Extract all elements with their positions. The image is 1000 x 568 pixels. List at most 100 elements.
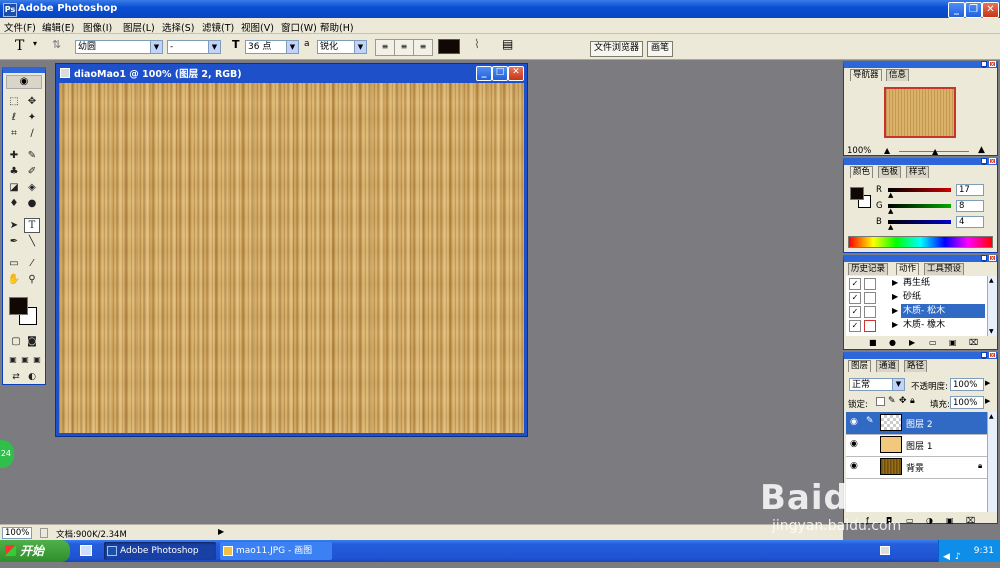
- palette-close-icon[interactable]: x: [989, 255, 996, 262]
- tab-navigator[interactable]: 导航器: [850, 69, 882, 81]
- speaker-icon[interactable]: ♪: [955, 546, 961, 568]
- new-layer-icon[interactable]: ▣: [946, 516, 954, 525]
- dialog-toggle-icon[interactable]: [864, 278, 876, 290]
- brush-link-icon[interactable]: ✎: [866, 416, 874, 426]
- palette-minimize-icon[interactable]: _: [981, 158, 987, 165]
- stop-icon[interactable]: ■: [869, 338, 877, 347]
- opacity-arrow-icon[interactable]: ▶: [985, 379, 990, 387]
- tab-swatches[interactable]: 色板: [878, 166, 902, 178]
- canvas-wood-texture[interactable]: [59, 83, 524, 433]
- minimize-icon[interactable]: _: [948, 2, 965, 18]
- tab-paths[interactable]: 路径: [904, 360, 928, 372]
- layers-scrollbar[interactable]: ▲: [987, 412, 997, 512]
- action-item[interactable]: ✓ ▶ 砂纸: [846, 290, 987, 304]
- foreground-color-swatch[interactable]: [9, 297, 28, 315]
- move-tool-icon[interactable]: ✥: [25, 95, 39, 108]
- lock-transparency-icon[interactable]: [876, 397, 885, 406]
- line-tool-icon[interactable]: ╲: [25, 235, 39, 248]
- navigator-zoom[interactable]: 100%: [847, 146, 871, 156]
- opacity-field[interactable]: 100%: [950, 378, 984, 391]
- checkmark-icon[interactable]: ✓: [849, 320, 861, 332]
- action-item[interactable]: ✓ ▶ 木质- 橡木: [846, 318, 987, 332]
- tab-color[interactable]: 颜色: [850, 166, 874, 178]
- side-float-badge[interactable]: 24: [0, 440, 14, 468]
- r-slider-thumb[interactable]: ▲: [888, 191, 893, 199]
- g-slider[interactable]: [888, 204, 951, 208]
- g-value-field[interactable]: 8: [956, 200, 984, 212]
- tab-tool-presets[interactable]: 工具预设: [924, 263, 965, 275]
- action-item[interactable]: ✓ ▶ 再生纸: [846, 276, 987, 290]
- layer-row[interactable]: ◉ ✎ 图层 2: [846, 412, 996, 435]
- new-action-icon[interactable]: ▣: [949, 338, 957, 347]
- g-slider-thumb[interactable]: ▲: [888, 207, 893, 215]
- align-center-icon[interactable]: ≡: [394, 39, 414, 56]
- paint-bucket-tool-icon[interactable]: ◈: [25, 181, 39, 194]
- status-menu-arrow-icon[interactable]: ▶: [218, 527, 224, 536]
- show-desktop-icon[interactable]: [880, 546, 890, 555]
- tab-actions[interactable]: 动作: [896, 263, 920, 275]
- dodge-tool-icon[interactable]: ●: [25, 197, 39, 210]
- zoom-out-icon[interactable]: ▲: [884, 146, 890, 155]
- pen-tool-icon[interactable]: ✒: [7, 235, 21, 248]
- action-item[interactable]: ✓ ▶ 木质- 松木: [846, 304, 987, 318]
- slice-tool-icon[interactable]: ∕: [25, 127, 39, 140]
- lock-all-icon[interactable]: 🔒︎: [910, 396, 915, 406]
- checkmark-icon[interactable]: ✓: [849, 292, 861, 304]
- align-right-icon[interactable]: ≡: [413, 39, 433, 56]
- palette-close-icon[interactable]: x: [989, 352, 996, 359]
- notes-tool-icon[interactable]: ▭: [7, 257, 21, 270]
- eye-icon[interactable]: ◉: [850, 417, 858, 427]
- scroll-up-icon[interactable]: ▲: [989, 413, 994, 420]
- checkmark-icon[interactable]: ✓: [849, 306, 861, 318]
- menu-window[interactable]: 窗口(W): [281, 20, 317, 34]
- b-slider-thumb[interactable]: ▲: [888, 223, 893, 231]
- doc-maximize-icon[interactable]: □: [492, 66, 508, 81]
- crop-tool-icon[interactable]: ⌗: [7, 127, 21, 140]
- blur-tool-icon[interactable]: ♦: [7, 197, 21, 210]
- path-selection-tool-icon[interactable]: ➤: [7, 219, 21, 232]
- tray-arrow-icon[interactable]: ◀: [943, 546, 950, 568]
- eye-icon[interactable]: ◉: [850, 439, 858, 449]
- history-brush-tool-icon[interactable]: ✐: [25, 165, 39, 178]
- r-value-field[interactable]: 17: [956, 184, 984, 196]
- b-slider[interactable]: [888, 220, 951, 224]
- status-zoom-field[interactable]: 100%: [2, 527, 32, 539]
- record-icon[interactable]: ●: [889, 338, 896, 347]
- lock-image-icon[interactable]: ✎: [888, 396, 896, 406]
- font-size-select[interactable]: 36 点 ▼: [245, 40, 299, 54]
- menu-image[interactable]: 图像(I): [83, 20, 112, 34]
- tab-styles[interactable]: 样式: [906, 166, 930, 178]
- eraser-tool-icon[interactable]: ◪: [7, 181, 21, 194]
- color-ramp[interactable]: [848, 236, 993, 248]
- text-color-swatch[interactable]: [438, 39, 460, 54]
- warp-text-icon[interactable]: ⌇: [474, 37, 480, 51]
- menu-select[interactable]: 选择(S): [162, 20, 194, 34]
- magic-wand-tool-icon[interactable]: ✦: [25, 111, 39, 124]
- standard-mode-icon[interactable]: ▢: [9, 335, 23, 348]
- dialog-toggle-icon[interactable]: [864, 292, 876, 304]
- task-paint[interactable]: mao11.JPG - 画图: [220, 542, 332, 560]
- menu-file[interactable]: 文件(F): [4, 20, 36, 34]
- dialog-toggle-icon[interactable]: [864, 320, 876, 332]
- tab-channels[interactable]: 通道: [876, 360, 900, 372]
- tab-info[interactable]: 信息: [886, 69, 910, 81]
- brush-tool-icon[interactable]: ✎: [25, 149, 39, 162]
- dialog-toggle-icon[interactable]: [864, 306, 876, 318]
- menu-edit[interactable]: 编辑(E): [42, 20, 74, 34]
- expand-triangle-icon[interactable]: ▶: [892, 290, 898, 304]
- quicklaunch-desktop-icon[interactable]: [80, 545, 92, 556]
- restore-icon[interactable]: ❐: [965, 2, 982, 18]
- brushes-tab[interactable]: 画笔: [647, 41, 674, 57]
- hand-tool-icon[interactable]: ✋: [7, 273, 21, 286]
- adobe-online-icon[interactable]: ◉: [6, 75, 42, 89]
- navigator-thumbnail[interactable]: [884, 87, 956, 138]
- menu-layer[interactable]: 图层(L): [123, 20, 155, 34]
- screen-mode-full-icon[interactable]: ▣: [30, 353, 44, 366]
- antialias-select[interactable]: 锐化 ▼: [317, 40, 367, 54]
- font-style-select[interactable]: - ▼: [167, 40, 221, 54]
- layer-row[interactable]: ◉ 图层 1: [846, 434, 996, 457]
- imageready-icon[interactable]: ◐: [25, 371, 39, 384]
- lasso-tool-icon[interactable]: ℓ: [7, 111, 21, 124]
- text-orientation-icon[interactable]: ⇅: [52, 38, 61, 51]
- menu-filter[interactable]: 滤镜(T): [202, 20, 234, 34]
